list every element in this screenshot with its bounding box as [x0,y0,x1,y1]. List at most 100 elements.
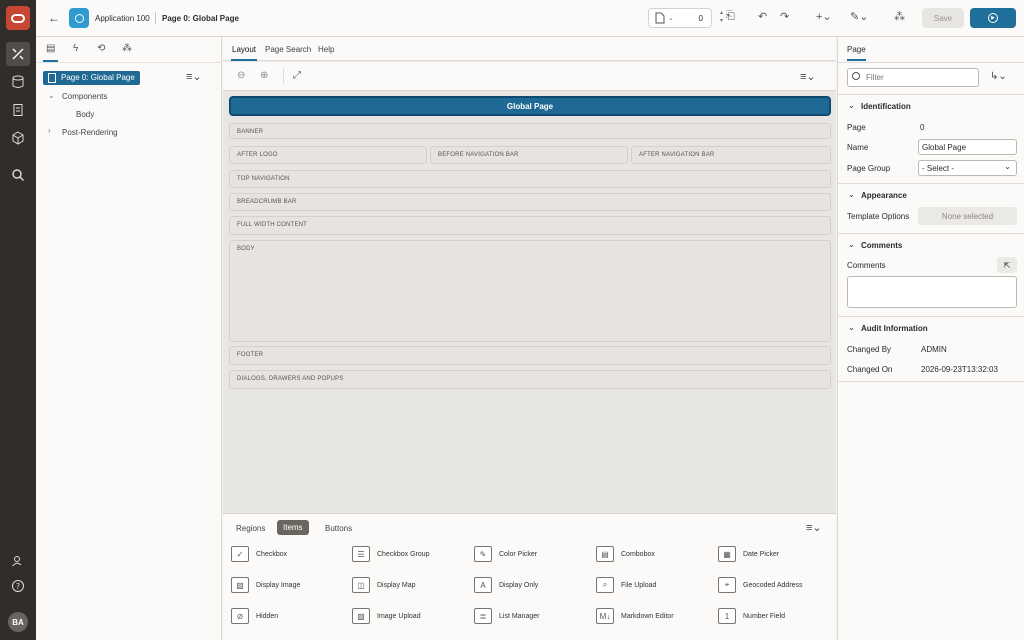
header-divider [155,12,156,24]
name-label: Name [847,143,869,152]
search-icon[interactable] [6,163,30,187]
gallery-item-hidden[interactable]: ⊘ Hidden [231,607,278,625]
tree-node-body[interactable]: Body [76,110,94,119]
tree-node-components[interactable]: Components [62,92,107,101]
shared-components-icon[interactable]: ⁂ [894,10,905,23]
gallery-icon[interactable] [6,126,30,150]
global-page-region[interactable]: Global Page [229,96,831,116]
application-name[interactable]: Application 100 [95,14,150,23]
app-icon[interactable] [69,8,89,28]
checkbox-group-icon: ☰ [352,546,370,562]
create-menu-icon[interactable]: +⌄ [816,10,832,23]
slot-footer[interactable]: FOOTER [229,346,831,365]
team-development-icon[interactable] [6,98,30,122]
markdown-icon: M↓ [596,608,614,624]
gallery-item-display-map[interactable]: ◫ Display Map [352,576,416,594]
gallery-item-file-upload[interactable]: ⌕ File Upload [596,576,656,594]
page-designer-header: ← Application 100 Page 0: Global Page ⌄ … [36,0,1024,37]
tab-help[interactable]: Help [318,45,334,54]
number-field-icon: 1 [718,608,736,624]
page-stepper-icon[interactable]: ▴ ▾ [720,9,723,25]
tab-page-search[interactable]: Page Search [265,45,311,54]
section-appearance[interactable]: ⌄ Appearance [838,183,1024,207]
tab-layout[interactable]: Layout [230,45,258,61]
comments-textarea[interactable] [847,276,1017,308]
rendering-tree-panel: ▤ ϟ ⟲ ⁂ Page 0: Global Page ≡⌄ ⌄ Compone… [36,37,222,640]
slot-breadcrumb-bar[interactable]: BREADCRUMB BAR [229,193,831,211]
slot-top-navigation[interactable]: TOP NAVIGATION [229,170,831,188]
chevron-right-icon[interactable]: › [48,126,51,135]
zoom-out-icon[interactable]: ⊖ [237,70,245,81]
section-audit-information[interactable]: ⌄ Audit Information [838,316,1024,340]
filter-field[interactable] [847,68,979,87]
slot-before-navigation-bar[interactable]: BEFORE NAVIGATION BAR [430,146,628,164]
gallery-item-list-manager[interactable]: ≣ List Manager [474,607,539,625]
go-to-group-icon[interactable]: ↳⌄ [990,71,1007,82]
chevron-down-icon[interactable]: ⌄ [48,91,55,100]
shared-components-tab-icon[interactable]: ⁂ [122,43,132,54]
redo-icon[interactable]: ↷ [780,10,789,23]
gallery-item-geocoded-address[interactable]: ⌖ Geocoded Address [718,576,803,594]
gallery-item-number-field[interactable]: 1 Number Field [718,607,785,625]
gallery-tab-regions[interactable]: Regions [236,524,265,533]
user-avatar[interactable]: BA [8,612,28,632]
slot-body[interactable]: BODY [229,240,831,342]
gallery-item-checkbox-group[interactable]: ☰ Checkbox Group [352,545,430,563]
slot-banner[interactable]: BANNER [229,123,831,139]
page-selector[interactable]: ⌄ 0 ▴ ▾ [648,8,723,28]
oracle-logo-icon[interactable] [6,6,30,30]
gallery-item-display-only[interactable]: A Display Only [474,576,538,594]
gallery-menu-icon[interactable]: ≡⌄ [806,521,822,534]
chevron-down-icon: ⌄ [668,15,674,22]
tree-node-post-rendering[interactable]: Post-Rendering [62,128,118,137]
lock-page-icon[interactable]: ⎗ [726,10,735,23]
gallery-item-markdown-editor[interactable]: M↓ Markdown Editor [596,607,674,625]
chevron-down-icon: ⌄ [848,240,855,249]
expand-icon[interactable]: ⤢ [293,70,301,81]
chevron-down-icon: ⌄ [848,101,855,110]
gallery-tab-items[interactable]: Items [277,520,309,535]
gallery-item-checkbox[interactable]: ✓ Checkbox [231,545,287,563]
gallery-tab-buttons[interactable]: Buttons [325,524,352,533]
section-identification[interactable]: ⌄ Identification [838,94,1024,118]
gallery-item-image-upload[interactable]: ▧ Image Upload [352,607,421,625]
layout-pane: Layout Page Search Help ⊖ ⊕ ⤢ ≡⌄ Global … [223,37,836,640]
section-comments[interactable]: ⌄ Comments [838,233,1024,257]
slot-after-navigation-bar[interactable]: AFTER NAVIGATION BAR [631,146,831,164]
open-editor-icon[interactable]: ⇱ [997,257,1017,273]
back-arrow-icon[interactable]: ← [48,11,60,25]
zoom-in-icon[interactable]: ⊕ [260,70,268,81]
tree-node-global-page[interactable]: Page 0: Global Page [43,71,140,85]
page-title: Page 0: Global Page [162,14,239,23]
combobox-icon: ▤ [596,546,614,562]
slot-after-logo[interactable]: AFTER LOGO [229,146,427,164]
color-picker-icon: ✎ [474,546,492,562]
gallery-item-display-image[interactable]: ▨ Display Image [231,576,300,594]
dynamic-actions-tab-icon[interactable]: ϟ [73,43,78,54]
processing-tab-icon[interactable]: ⟲ [97,43,105,54]
template-options-button[interactable]: None selected [918,207,1017,225]
filter-input[interactable] [866,73,966,82]
utilities-menu-icon[interactable]: ✎⌄ [850,10,868,23]
app-builder-icon[interactable] [6,42,30,66]
gallery-item-combobox[interactable]: ▤ Combobox [596,545,655,563]
save-button[interactable]: Save [922,8,964,28]
slot-full-width-content[interactable]: FULL WIDTH CONTENT [229,216,831,235]
page-number-field[interactable]: 0 [699,14,703,23]
sql-workshop-icon[interactable] [6,70,30,94]
undo-icon[interactable]: ↶ [758,10,767,23]
calendar-icon: ▦ [718,546,736,562]
tree-menu-icon[interactable]: ≡⌄ [186,70,202,83]
layout-toolbar: ⊖ ⊕ ⤢ ≡⌄ [223,62,836,91]
gallery-item-color-picker[interactable]: ✎ Color Picker [474,545,537,563]
page-group-select[interactable]: - Select - ⌄ [918,160,1017,176]
rendering-tab-icon[interactable]: ▤ [42,43,60,62]
user-settings-icon[interactable] [6,549,30,573]
run-page-button[interactable]: ▶ [970,8,1016,28]
help-icon[interactable]: ? [6,574,30,598]
gallery-item-date-picker[interactable]: ▦ Date Picker [718,545,779,563]
tab-page[interactable]: Page [847,45,866,61]
layout-menu-icon[interactable]: ≡⌄ [800,70,816,83]
slot-dialogs-drawers-popups[interactable]: DIALOGS, DRAWERS AND POPUPS [229,370,831,389]
name-field[interactable]: Global Page [918,139,1017,155]
